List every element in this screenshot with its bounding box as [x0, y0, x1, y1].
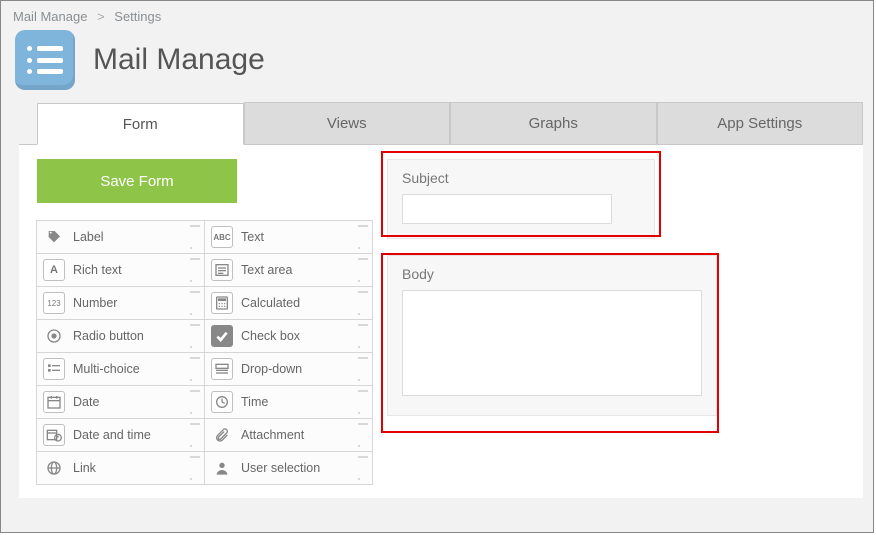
- drag-handle-icon: [358, 258, 368, 282]
- palette-item-time[interactable]: Time: [204, 385, 373, 419]
- field-subject[interactable]: Subject: [387, 159, 655, 239]
- field-palette: Label ABC Text A Rich text: [37, 221, 371, 485]
- drag-handle-icon: [358, 291, 368, 315]
- palette-label: Attachment: [241, 428, 304, 442]
- palette-item-datetime[interactable]: Date and time: [36, 418, 205, 452]
- palette-item-number[interactable]: 123 Number: [36, 286, 205, 320]
- tab-graphs[interactable]: Graphs: [450, 102, 657, 144]
- palette-label: Rich text: [73, 263, 122, 277]
- drag-handle-icon: [190, 258, 200, 282]
- drag-handle-icon: [190, 357, 200, 381]
- calendar-clock-icon: [43, 424, 65, 446]
- drag-handle-icon: [358, 357, 368, 381]
- palette-label: Check box: [241, 329, 300, 343]
- drag-handle-icon: [190, 423, 200, 447]
- drag-handle-icon: [190, 291, 200, 315]
- breadcrumb-root[interactable]: Mail Manage: [13, 9, 87, 24]
- palette-label: Time: [241, 395, 268, 409]
- palette-item-radio[interactable]: Radio button: [36, 319, 205, 353]
- palette-label: Multi-choice: [73, 362, 140, 376]
- user-icon: [211, 457, 233, 479]
- globe-icon: [43, 457, 65, 479]
- dropdown-icon: [211, 358, 233, 380]
- paperclip-icon: [211, 424, 233, 446]
- palette-label: Date: [73, 395, 99, 409]
- palette-label: Text area: [241, 263, 292, 277]
- drag-handle-icon: [358, 423, 368, 447]
- palette-label: User selection: [241, 461, 320, 475]
- app-frame: Mail Manage > Settings Mail Manage Form …: [0, 0, 874, 533]
- palette-label: Date and time: [73, 428, 151, 442]
- textarea-icon: [211, 259, 233, 281]
- palette-label: Number: [73, 296, 117, 310]
- breadcrumb-current: Settings: [114, 9, 161, 24]
- palette-item-link[interactable]: Link: [36, 451, 205, 485]
- field-body[interactable]: Body: [387, 255, 717, 416]
- drag-handle-icon: [190, 456, 200, 480]
- palette-label: Link: [73, 461, 96, 475]
- palette-item-dropdown[interactable]: Drop-down: [204, 352, 373, 386]
- drag-handle-icon: [358, 225, 368, 249]
- breadcrumb-separator: >: [97, 9, 105, 24]
- field-body-label: Body: [402, 266, 702, 282]
- clock-icon: [211, 391, 233, 413]
- drag-handle-icon: [358, 324, 368, 348]
- list-check-icon: [43, 358, 65, 380]
- page-title: Mail Manage: [93, 43, 265, 77]
- tabs: Form Views Graphs App Settings: [1, 100, 873, 144]
- palette-item-richtext[interactable]: A Rich text: [36, 253, 205, 287]
- left-pane: Save Form Label ABC Text A Rich text: [19, 145, 381, 498]
- palette-label: Drop-down: [241, 362, 302, 376]
- drag-handle-icon: [358, 456, 368, 480]
- field-subject-label: Subject: [402, 170, 640, 186]
- app-list-icon: [15, 30, 75, 90]
- checkbox-icon: [211, 325, 233, 347]
- palette-item-attachment[interactable]: Attachment: [204, 418, 373, 452]
- palette-label: Radio button: [73, 329, 144, 343]
- breadcrumb: Mail Manage > Settings: [1, 1, 873, 28]
- letter-a-icon: A: [43, 259, 65, 281]
- drag-handle-icon: [190, 324, 200, 348]
- calendar-icon: [43, 391, 65, 413]
- calculator-icon: [211, 292, 233, 314]
- palette-label: Text: [241, 230, 264, 244]
- radio-icon: [43, 325, 65, 347]
- tab-form[interactable]: Form: [37, 103, 244, 145]
- save-form-button[interactable]: Save Form: [37, 159, 237, 203]
- field-body-textarea[interactable]: [402, 290, 702, 396]
- tab-app-settings[interactable]: App Settings: [657, 102, 864, 144]
- drag-handle-icon: [190, 390, 200, 414]
- palette-item-text[interactable]: ABC Text: [204, 220, 373, 254]
- drag-handle-icon: [190, 225, 200, 249]
- palette-item-label[interactable]: Label: [36, 220, 205, 254]
- tab-views[interactable]: Views: [244, 102, 451, 144]
- field-subject-input[interactable]: [402, 194, 612, 224]
- page-header: Mail Manage: [1, 28, 873, 100]
- palette-item-date[interactable]: Date: [36, 385, 205, 419]
- palette-item-userselection[interactable]: User selection: [204, 451, 373, 485]
- palette-item-multichoice[interactable]: Multi-choice: [36, 352, 205, 386]
- abc-icon: ABC: [211, 226, 233, 248]
- palette-item-calculated[interactable]: Calculated: [204, 286, 373, 320]
- drag-handle-icon: [358, 390, 368, 414]
- palette-label: Calculated: [241, 296, 300, 310]
- palette-item-textarea[interactable]: Text area: [204, 253, 373, 287]
- content-area: Save Form Label ABC Text A Rich text: [19, 144, 863, 498]
- form-canvas[interactable]: Subject Body: [381, 145, 863, 498]
- number-icon: 123: [43, 292, 65, 314]
- palette-item-checkbox[interactable]: Check box: [204, 319, 373, 353]
- tag-icon: [43, 226, 65, 248]
- palette-label: Label: [73, 230, 104, 244]
